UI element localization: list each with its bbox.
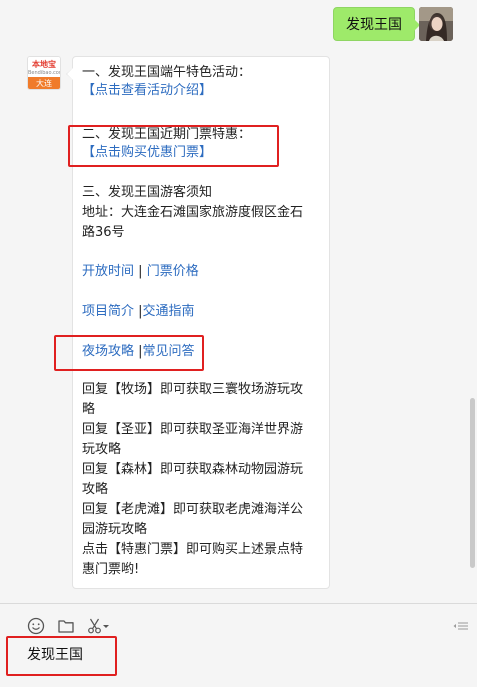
ticket-price-link[interactable]: 门票价格 (147, 264, 199, 279)
open-time-link[interactable]: 开放时间 (82, 264, 134, 279)
link-row-2: 项目简介 |交通指南 (82, 302, 195, 322)
reply-line: 回复【老虎滩】即可获取老虎滩海洋公 (82, 502, 304, 517)
collapse-icon[interactable] (452, 617, 470, 635)
highlight-box-input (6, 636, 117, 676)
chat-history: 发现王国 本地宝 Bendibao.com 大连 一、发现王国端午特色活动： 【… (0, 0, 477, 603)
address-line-1: 地址：大连金石滩国家旅游度假区金石 (82, 205, 304, 220)
reply-line: 略 (82, 402, 96, 417)
bot-avatar-city: 大连 (28, 77, 60, 89)
user-avatar-photo (419, 7, 453, 41)
reply-line: 玩攻略 (82, 442, 122, 457)
link-separator: | (138, 264, 143, 279)
address-line-2: 路36号 (82, 225, 125, 240)
reply-line: 惠门票哟! (82, 562, 140, 577)
user-message-bubble: 发现王国 (333, 7, 420, 41)
folder-icon[interactable] (57, 617, 75, 635)
bot-avatar[interactable]: 本地宝 Bendibao.com 大连 (27, 56, 61, 90)
project-intro-link[interactable]: 项目简介 (82, 304, 134, 319)
reply-line: 园游玩攻略 (82, 522, 148, 537)
section3-title: 三、发现王国游客须知 (82, 185, 213, 200)
reply-line: 攻略 (82, 482, 109, 497)
reply-line: 回复【牧场】即可获取三寰牧场游玩攻 (82, 382, 304, 397)
chevron-down-icon[interactable] (102, 617, 110, 635)
link-row-1: 开放时间 | 门票价格 (82, 262, 199, 282)
highlight-box-tickets (68, 125, 279, 167)
scrollbar[interactable] (470, 398, 475, 568)
activity-intro-link[interactable]: 【点击查看活动介绍】 (82, 81, 212, 101)
user-avatar[interactable] (419, 7, 453, 41)
reply-line: 回复【森林】即可获取森林动物园游玩 (82, 462, 304, 477)
traffic-guide-link[interactable]: 交通指南 (143, 304, 195, 319)
section1-title: 一、发现王国端午特色活动： (82, 65, 252, 80)
emoji-icon[interactable] (27, 617, 45, 635)
highlight-box-night-faq (54, 335, 204, 371)
reply-line: 点击【特惠门票】即可购买上述景点特 (82, 542, 304, 557)
user-message-text: 发现王国 (346, 17, 402, 33)
reply-line: 回复【圣亚】即可获取圣亚海洋世界游 (82, 422, 304, 437)
bot-avatar-logo: 本地宝 Bendibao.com (28, 57, 60, 77)
